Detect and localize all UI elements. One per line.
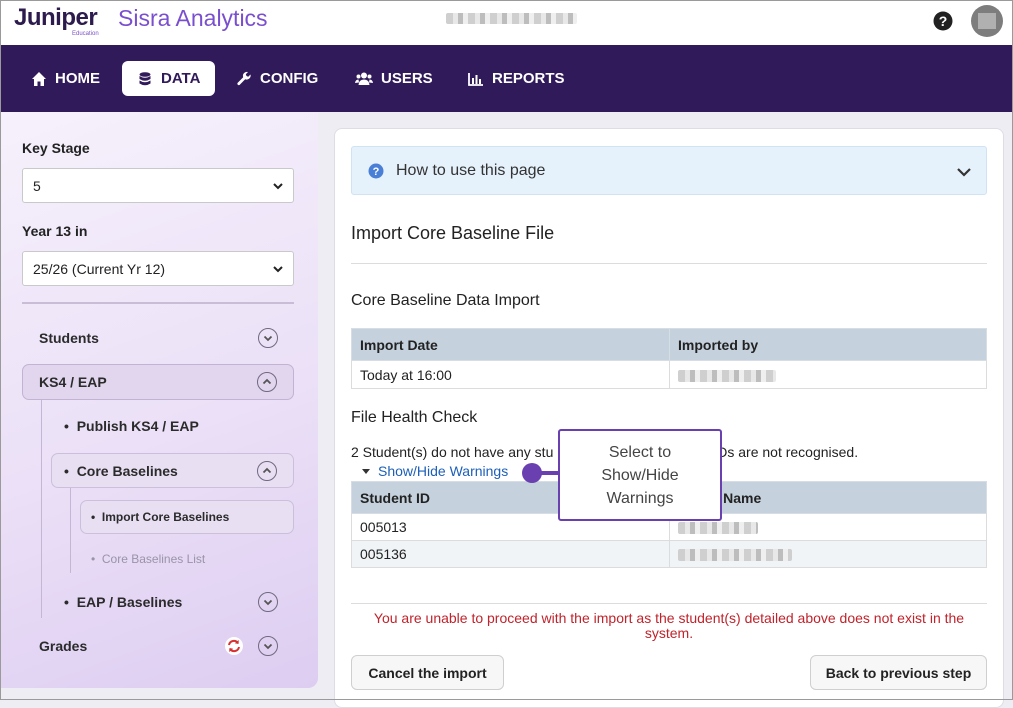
app-logo[interactable]: Juniper Education — [14, 4, 99, 37]
error-message: You are unable to proceed with the impor… — [373, 610, 965, 641]
nav-reports[interactable]: REPORTS — [453, 61, 580, 96]
how-to-panel[interactable]: ? How to use this page — [351, 146, 987, 195]
caret-down-icon — [362, 468, 370, 474]
top-header: Juniper Education Sisra Analytics ? — [0, 0, 1013, 45]
divider — [351, 603, 987, 604]
chevron-up-icon[interactable] — [257, 460, 277, 481]
nav-users-label: USERS — [381, 70, 433, 87]
back-button[interactable]: Back to previous step — [810, 655, 987, 690]
tree-line — [41, 400, 42, 618]
sidebar-item-import-core[interactable]: • Import Core Baselines — [80, 500, 294, 534]
year-value: 25/26 (Current Yr 12) — [33, 260, 166, 277]
callout-text: Show/Hide — [601, 466, 679, 484]
callout-text: Select to — [608, 443, 672, 461]
table-header-row: Import Date Imported by — [351, 328, 987, 361]
year-label: Year 13 in — [22, 223, 88, 239]
sidebar-divider — [22, 302, 294, 304]
sidebar-item-core-list[interactable]: • Core Baselines List — [91, 550, 271, 568]
callout-box: Select to Show/Hide Warnings — [558, 429, 722, 521]
nav-reports-label: REPORTS — [492, 70, 565, 87]
table-cell — [669, 360, 987, 389]
health-text-part: IDs are not recognised. — [713, 444, 859, 460]
sidebar-item-label: Grades — [39, 638, 88, 654]
chevron-down-icon — [273, 182, 283, 189]
import-table: Import Date Imported by Today at 16:00 — [351, 328, 987, 389]
sidebar-item-label: • EAP / Baselines — [64, 594, 183, 610]
table-cell: Today at 16:00 — [351, 360, 670, 389]
chevron-down-icon[interactable] — [956, 164, 972, 180]
sidebar-item-label: Students — [39, 330, 99, 346]
key-stage-label: Key Stage — [22, 140, 90, 156]
redacted-user — [678, 369, 776, 382]
svg-text:?: ? — [939, 13, 948, 29]
chevron-up-icon[interactable] — [257, 372, 277, 392]
sidebar-item-label: • Import Core Baselines — [91, 510, 230, 524]
sidebar-item-students[interactable]: Students — [39, 327, 278, 349]
sidebar-item-label: KS4 / EAP — [39, 374, 107, 390]
brand-sub: Education — [72, 31, 99, 37]
database-icon — [139, 71, 151, 85]
sidebar-item-publish[interactable]: • Publish KS4 / EAP — [64, 415, 284, 437]
nav-data-label: DATA — [161, 70, 201, 87]
chevron-down-icon[interactable] — [258, 592, 278, 612]
key-stage-select[interactable]: 5 — [22, 168, 294, 203]
sidebar-item-text: EAP / Baselines — [76, 594, 183, 610]
how-to-label: How to use this page — [396, 161, 546, 179]
users-icon — [355, 72, 373, 85]
column-header: Imported by — [669, 328, 987, 361]
table-cell: 005136 — [351, 540, 670, 568]
sidebar-item-text: Core Baselines — [76, 462, 178, 479]
table-cell — [669, 540, 987, 568]
sidebar-item-eap[interactable]: • EAP / Baselines — [64, 591, 278, 613]
home-icon — [32, 71, 46, 86]
sidebar-item-label: • Publish KS4 / EAP — [64, 418, 199, 434]
sidebar-item-label: • Core Baselines List — [91, 552, 206, 566]
question-circle-icon[interactable]: ? — [933, 11, 953, 31]
chevron-down-icon[interactable] — [258, 328, 278, 348]
callout-text: Warnings — [606, 489, 674, 507]
product-name: Sisra Analytics — [118, 5, 268, 31]
table-row: Today at 16:00 — [351, 360, 987, 389]
chevron-down-icon — [273, 265, 283, 272]
nav-config[interactable]: CONFIG — [221, 61, 333, 96]
redacted-name — [678, 522, 758, 535]
toggle-label: Show/Hide Warnings — [378, 463, 509, 479]
import-section-title: Core Baseline Data Import — [351, 292, 540, 309]
nav-home[interactable]: HOME — [16, 61, 115, 96]
sync-icon[interactable] — [225, 637, 243, 655]
nav-data[interactable]: DATA — [122, 61, 216, 96]
page-title: Import Core Baseline File — [351, 223, 555, 243]
question-circle-icon: ? — [368, 163, 384, 178]
wrench-icon — [237, 71, 251, 85]
sidebar-item-label: • Core Baselines — [64, 462, 178, 479]
nav-config-label: CONFIG — [260, 70, 319, 87]
callout-dot — [522, 463, 542, 483]
bar-chart-icon — [468, 72, 483, 86]
table-row: 005136 — [351, 540, 987, 568]
sidebar-item-text: Import Core Baselines — [101, 510, 230, 524]
show-hide-warnings-link[interactable]: Show/Hide Warnings — [362, 463, 508, 479]
redacted-name — [678, 549, 792, 562]
sidebar-item-text: Publish KS4 / EAP — [76, 418, 199, 434]
user-avatar[interactable] — [971, 5, 1003, 37]
main-nav: HOME DATA CONFIG USERS REPORTS — [0, 45, 1013, 112]
svg-text:?: ? — [373, 166, 380, 178]
sidebar-item-text: Core Baselines List — [101, 552, 206, 566]
health-check-title: File Health Check — [351, 409, 478, 426]
nav-users[interactable]: USERS — [340, 61, 448, 96]
sidebar-item-ks4[interactable]: KS4 / EAP — [22, 364, 294, 400]
nav-home-label: HOME — [55, 70, 100, 87]
tree-line — [70, 488, 71, 573]
column-header: Import Date — [351, 328, 670, 361]
cancel-import-button[interactable]: Cancel the import — [351, 655, 504, 690]
redacted-school-name — [446, 13, 577, 24]
sidebar-item-core-baselines[interactable]: • Core Baselines — [51, 453, 294, 488]
health-text-part: 2 Student(s) do not have any stu — [351, 444, 554, 460]
year-select[interactable]: 25/26 (Current Yr 12) — [22, 251, 294, 286]
brand-name: Juniper — [14, 4, 98, 31]
divider — [351, 263, 987, 264]
chevron-down-icon[interactable] — [258, 636, 278, 656]
key-stage-value: 5 — [33, 177, 41, 194]
